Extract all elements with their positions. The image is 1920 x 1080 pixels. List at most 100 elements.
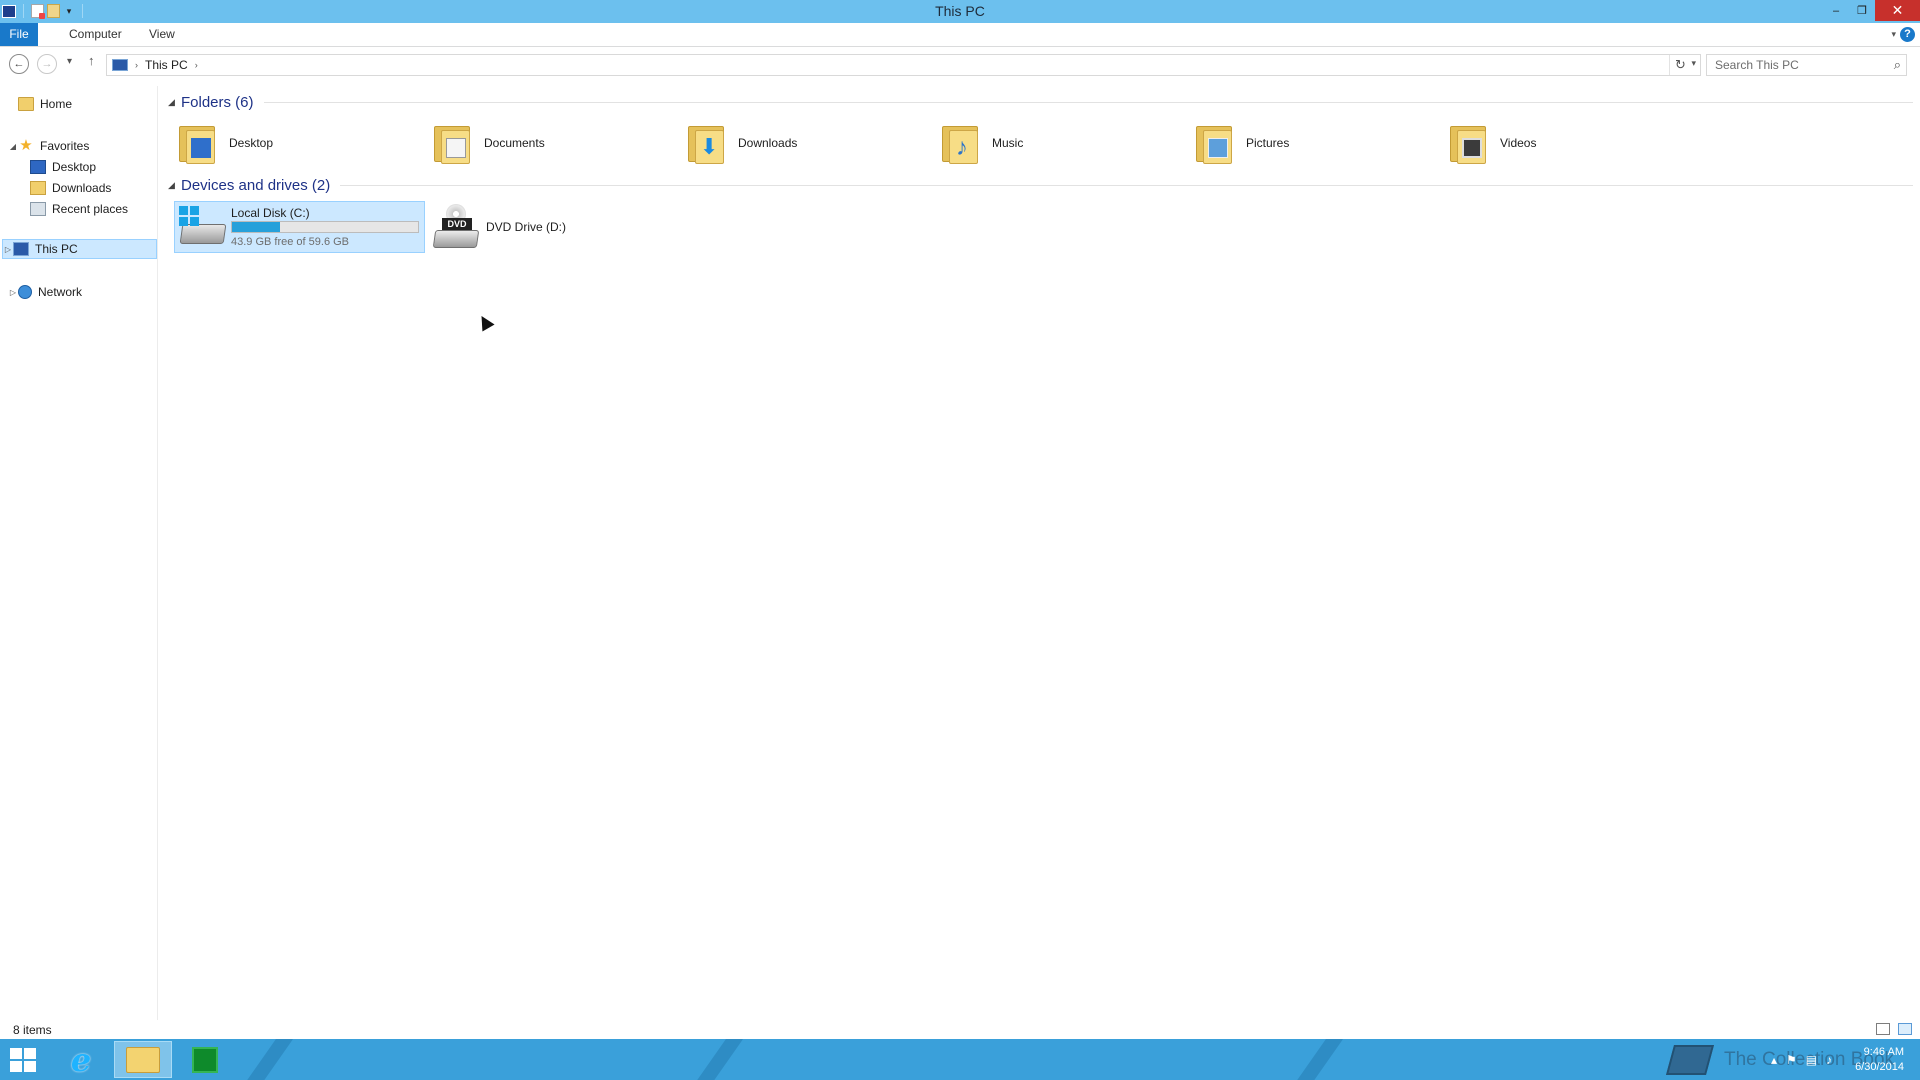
address-history-chevron-icon[interactable]: ▾ [1691,58,1696,69]
restore-button[interactable]: ❐ [1849,0,1875,21]
mouse-cursor-icon [475,312,495,332]
taskbar-file-explorer[interactable] [114,1041,172,1078]
devices-group-header[interactable]: ◢ Devices and drives (2) [168,175,1913,195]
drive-tile-dvd[interactable]: DVD DVD Drive (D:) [430,204,630,252]
desktop-icon [30,160,46,174]
network-icon [18,285,32,299]
tab-computer[interactable]: Computer [69,23,122,46]
dvd-drive-icon: DVD [432,204,480,250]
ribbon: File Computer View ▾ ? [0,23,1920,47]
expand-triangle-icon[interactable]: ▷ [3,245,13,254]
nav-item-home[interactable]: Home [8,94,72,114]
search-box[interactable]: ⌕ [1706,54,1907,76]
documents-folder-icon [432,122,472,164]
navigation-pane: Home ◢ ★ Favorites Desktop Downloads Rec… [0,86,158,1020]
downloads-folder-icon [686,122,726,164]
folder-label: Pictures [1246,136,1290,150]
tray-icons[interactable]: ▴⚑▤♪ [1771,1053,1841,1067]
window-title: This PC [935,3,985,19]
forward-button[interactable]: → [37,54,57,74]
nav-item-label: Downloads [52,181,112,195]
drive-tile-local-disk[interactable]: Local Disk (C:) 43.9 GB free of 59.6 GB [174,201,425,253]
forward-arrow-icon: → [41,58,53,70]
breadcrumb-this-pc[interactable]: This PC [145,58,188,72]
nav-item-downloads[interactable]: Downloads [30,178,111,198]
clock[interactable]: 9:46 AM 6/30/2014 [1855,1045,1904,1075]
breadcrumb-separator-icon[interactable]: › [135,60,138,70]
music-folder-icon [940,122,980,164]
favorites-star-icon: ★ [19,137,33,154]
collapse-triangle-icon[interactable]: ◢ [168,97,181,108]
group-divider [263,101,1913,103]
drive-usage-fill [232,222,281,232]
taskbar-store[interactable] [176,1041,234,1078]
folder-tile-pictures[interactable]: Pictures [1194,118,1289,168]
status-bar: 8 items [0,1020,1920,1039]
folder-label: Documents [484,136,545,150]
store-icon [192,1046,218,1073]
drive-name: DVD Drive (D:) [486,220,566,234]
folders-group-header[interactable]: ◢ Folders (6) [168,92,1913,112]
desktop-folder-icon [177,122,217,164]
large-icons-view-icon[interactable] [1898,1023,1912,1035]
folder-tile-downloads[interactable]: Downloads [686,118,797,168]
window-controls: – ❐ ✕ [1823,0,1920,21]
internet-explorer-icon: e [70,1040,92,1079]
folder-tile-videos[interactable]: Videos [1448,118,1536,168]
nav-item-recent-places[interactable]: Recent places [30,199,128,219]
book-icon [1665,1045,1715,1075]
collapse-triangle-icon[interactable]: ◢ [8,142,18,151]
clock-date: 6/30/2014 [1855,1060,1904,1073]
details-view-icon[interactable] [1876,1023,1890,1035]
this-pc-icon [112,59,128,71]
breadcrumb-separator-icon[interactable]: › [195,60,198,70]
folder-label: Music [992,136,1024,150]
windows-logo-icon [179,206,199,226]
group-divider [340,184,1913,186]
nav-item-this-pc[interactable]: ▷ This PC [2,239,157,259]
nav-item-label: This PC [35,242,78,256]
nav-item-desktop[interactable]: Desktop [30,157,96,177]
recent-locations-chevron-icon[interactable]: ▾ [67,56,72,67]
navigation-bar: ← → ▾ ↑ › This PC › ▾ ↻ ⌕ [0,50,1920,80]
content-pane: ◢ Folders (6) Desktop Documents Download… [160,86,1920,1020]
nav-item-favorites[interactable]: ◢ ★ Favorites [8,136,89,156]
search-icon[interactable]: ⌕ [1894,57,1901,73]
collapse-triangle-icon[interactable]: ◢ [168,180,181,191]
help-icon[interactable]: ? [1900,27,1915,42]
folder-tile-documents[interactable]: Documents [432,118,545,168]
system-tray: ▴⚑▤♪ 9:46 AM 6/30/2014 [1771,1039,1920,1080]
refresh-icon[interactable]: ↻ [1669,55,1691,75]
up-arrow-icon[interactable]: ↑ [88,53,95,68]
expand-triangle-icon[interactable]: ▷ [8,288,18,297]
folders-group-title: Folders (6) [181,93,254,111]
nav-item-label: Favorites [40,139,90,153]
taskbar-internet-explorer[interactable]: e [52,1041,110,1078]
file-explorer-icon [126,1046,160,1073]
videos-folder-icon [1448,122,1488,164]
nav-item-label: Recent places [52,202,129,216]
clock-time: 9:46 AM [1863,1045,1904,1058]
tab-view[interactable]: View [149,23,175,46]
folder-label: Videos [1500,136,1537,150]
folder-tile-music[interactable]: Music [940,118,1023,168]
search-input[interactable] [1715,58,1885,72]
folder-label: Downloads [738,136,798,150]
pictures-folder-icon [1194,122,1234,164]
title-bar: ▾ This PC – ❐ ✕ [0,0,1920,23]
tab-file[interactable]: File [0,23,38,46]
nav-item-label: Home [40,97,73,111]
folder-tile-desktop[interactable]: Desktop [177,118,273,168]
nav-item-network[interactable]: ▷ Network [8,282,82,302]
start-button[interactable] [10,1048,36,1072]
minimize-button[interactable]: – [1823,0,1849,21]
drive-usage-bar [231,221,419,233]
home-folder-icon [18,97,34,111]
devices-group-title: Devices and drives (2) [181,176,331,194]
downloads-folder-icon [30,181,46,195]
close-button[interactable]: ✕ [1875,0,1920,21]
hard-drive-icon [179,206,227,248]
address-bar[interactable]: › This PC › ▾ [106,54,1701,76]
expand-ribbon-chevron-icon[interactable]: ▾ [1891,29,1896,40]
back-button[interactable]: ← [9,54,29,74]
